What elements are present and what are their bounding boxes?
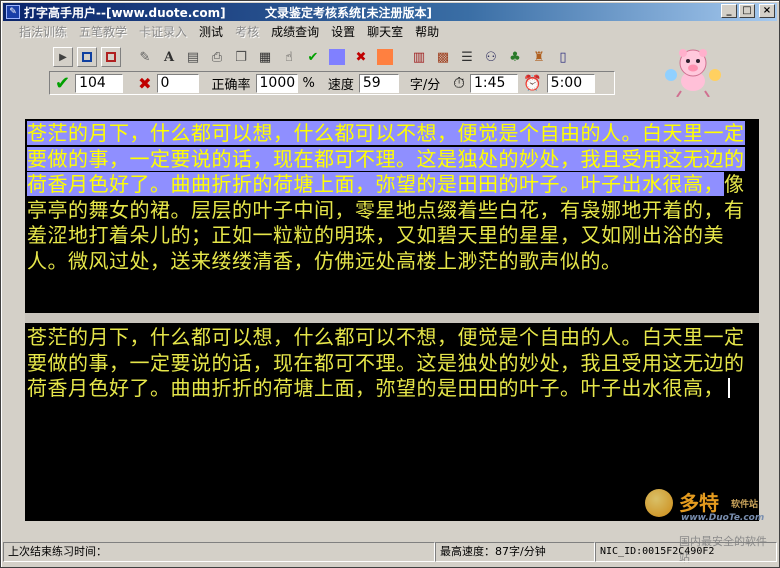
stop-square-icon[interactable] [77,47,97,67]
window-title: 打字高手用户--[www.duote.com] [24,5,226,20]
nic-id: NIC_ID:0015F2C490F2 [595,542,777,562]
window-controls: _ □ × [721,4,775,18]
scanner-icon[interactable]: ▤ [183,47,203,67]
clipboard-icon[interactable]: ❐ [231,47,251,67]
toolbar: ▶ ✎ A ▤ ⎙ ❐ ▦ ☝ ✔ ✖ ▥ ▩ ☰ ⚇ ♣ ♜ ▯ [49,45,615,69]
maximize-button[interactable]: □ [739,4,755,18]
check-icon[interactable]: ✔ [303,47,323,67]
watermark-brand: 多特 [679,491,719,515]
menu-fingering-practice[interactable]: 指法训练 [13,23,73,40]
pen-icon[interactable]: ✎ [135,47,155,67]
menu-chat-room[interactable]: 聊天室 [361,23,409,40]
last-practice-time: 上次结束练习时间： [3,542,435,562]
minimize-button[interactable]: _ [721,4,737,18]
keyboard-icon[interactable]: ▦ [255,47,275,67]
correct-check-icon: ✔ [55,72,71,94]
menu-card-entry[interactable]: 卡证录入 [133,23,193,40]
elapsed-time-field: 1:45 [469,73,518,93]
chart-icon[interactable]: ▥ [409,47,429,67]
menu-bar: 指法训练 五笔教学 卡证录入 测试 考核 成绩查询 设置 聊天室 帮助 [3,22,777,41]
correct-count-field: 104 [75,73,124,93]
play-icon[interactable]: ▶ [53,47,73,67]
grid-icon[interactable]: ▩ [433,47,453,67]
blue-square-icon[interactable] [327,47,347,67]
app-icon: ✎ [6,5,20,19]
percent-label: % [302,75,315,91]
font-icon[interactable]: A [159,47,179,67]
best-speed: 最高速度：87字/分钟 [435,542,595,562]
error-count-field: 0 [156,73,199,93]
menu-score-query[interactable]: 成绩查询 [265,23,325,40]
pig-mascot-icon [665,49,721,97]
menu-exam[interactable]: 考核 [229,23,265,40]
text-cursor [728,378,730,398]
alarm-clock-icon: ⏰ [522,74,542,92]
source-text-panel: 苍茫的月下，什么都可以想，什么都可以不想，便觉是个自由的人。白天里一定要做的事，… [25,119,759,313]
door-icon[interactable]: ▯ [553,47,573,67]
menu-help[interactable]: 帮助 [409,23,445,40]
time-limit-field: 5:00 [546,73,595,93]
speed-unit-label: 字/分 [409,77,441,93]
menu-wubi-lessons[interactable]: 五笔教学 [73,23,133,40]
speed-field: 59 [358,73,399,93]
menu-settings[interactable]: 设置 [325,23,361,40]
print-icon[interactable]: ⎙ [207,47,227,67]
orange-square-icon[interactable] [375,47,395,67]
app-subtitle: 文录鉴定考核系统[未注册版本] [265,5,432,20]
accuracy-field: 1000 [255,73,298,93]
title-bar[interactable]: ✎ 打字高手用户--[www.duote.com] 文录鉴定考核系统[未注册版本… [3,3,777,21]
accuracy-label: 正确率 [211,77,251,93]
record-icon[interactable] [101,47,121,67]
error-cross-icon: ✖ [138,73,152,93]
pointer-icon[interactable]: ☝ [279,47,299,67]
speed-label: 速度 [327,77,354,93]
gift-icon[interactable]: ♜ [529,47,549,67]
typed-input-text: 苍茫的月下，什么都可以想，什么都可以不想，便觉是个自由的人。白天里一定要做的事，… [27,325,745,400]
menu-test[interactable]: 测试 [193,23,229,40]
list-icon[interactable]: ☰ [457,47,477,67]
stats-bar: ✔ 104 ✖ 0 正确率 1000 % 速度 59 字/分 ⏱ 1:45 ⏰ … [49,71,615,95]
app-window: ✎ 打字高手用户--[www.duote.com] 文录鉴定考核系统[未注册版本… [0,0,780,568]
tree-icon[interactable]: ♣ [505,47,525,67]
network-icon[interactable]: ⚇ [481,47,501,67]
typed-source-text: 苍茫的月下，什么都可以想，什么都可以不想，便觉是个自由的人。白天里一定要做的事，… [27,121,745,196]
stopwatch-icon: ⏱ [453,74,465,92]
close-button[interactable]: × [759,4,775,18]
cross-icon[interactable]: ✖ [351,47,371,67]
watermark-url: www.DuoTe.com [681,513,765,523]
panel-divider [25,313,759,323]
status-bar: 上次结束练习时间： 最高速度：87字/分钟 NIC_ID:0015F2C490F… [3,541,777,563]
watermark-brand-small: 软件站 [731,500,759,510]
watermark-logo-icon [645,489,673,517]
